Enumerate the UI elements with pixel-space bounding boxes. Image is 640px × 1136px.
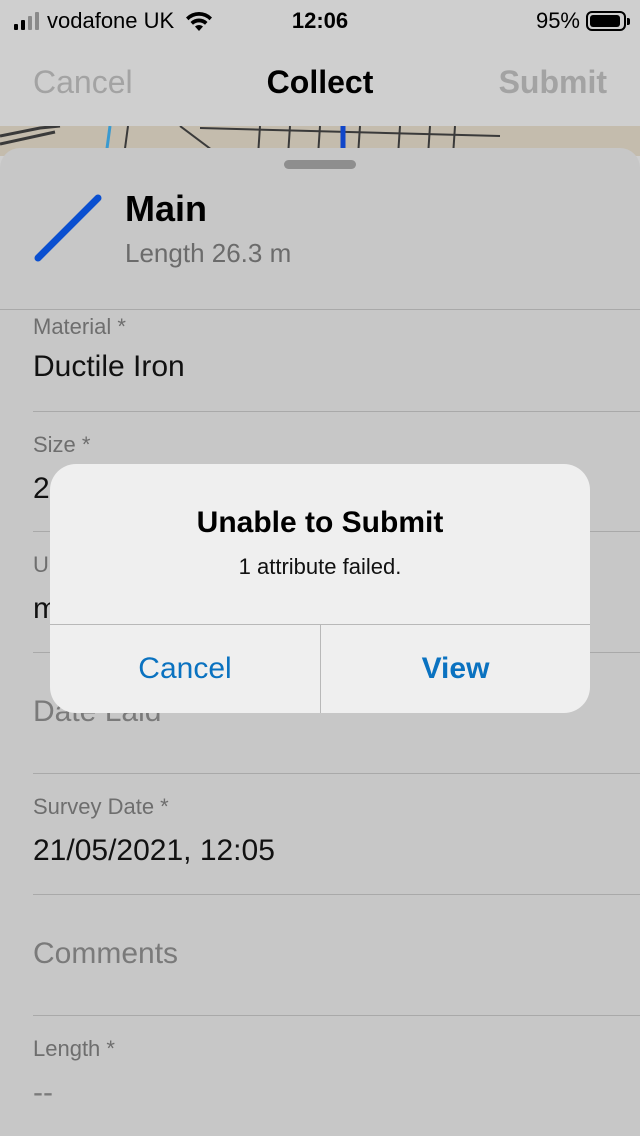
size-label: Size * bbox=[33, 432, 91, 457]
feature-header: Main Length 26.3 m bbox=[0, 148, 640, 310]
alert-cancel-button[interactable]: Cancel bbox=[50, 625, 320, 713]
feature-name: Main bbox=[125, 188, 208, 229]
comments-placeholder: Comments bbox=[33, 937, 179, 970]
feature-length: Length 26.3 m bbox=[125, 238, 292, 268]
navigation-bar: Cancel Collect Submit bbox=[0, 42, 640, 126]
status-bar: vodafone UK 12:06 95% bbox=[0, 0, 640, 42]
battery-status: 95% bbox=[535, 8, 630, 34]
alert-view-button[interactable]: View bbox=[321, 625, 590, 713]
alert-title: Unable to Submit bbox=[196, 506, 444, 539]
length-field[interactable]: Length * -- bbox=[33, 1016, 640, 1136]
line-feature-icon bbox=[34, 194, 102, 262]
survey-date-field[interactable]: Survey Date * 21/05/2021, 12:05 bbox=[33, 774, 640, 895]
comments-field[interactable]: Comments bbox=[33, 895, 640, 1016]
material-label: Material * bbox=[33, 314, 126, 339]
battery-fill bbox=[590, 15, 621, 27]
obscured-field-label: U bbox=[33, 552, 49, 577]
size-value: 2 bbox=[33, 472, 50, 505]
survey-date-label: Survey Date * bbox=[33, 794, 169, 819]
battery-icon bbox=[586, 11, 630, 31]
material-field[interactable]: Material * Ductile Iron bbox=[33, 310, 640, 412]
battery-percent: 95% bbox=[535, 8, 580, 33]
material-value: Ductile Iron bbox=[33, 350, 185, 383]
survey-date-value: 21/05/2021, 12:05 bbox=[33, 834, 275, 867]
nav-submit-button[interactable]: Submit bbox=[499, 64, 607, 101]
length-label: Length * bbox=[33, 1036, 115, 1061]
error-alert-dialog: Unable to Submit 1 attribute failed. Can… bbox=[50, 464, 590, 713]
length-value: -- bbox=[33, 1076, 53, 1109]
alert-message: 1 attribute failed. bbox=[238, 554, 402, 579]
